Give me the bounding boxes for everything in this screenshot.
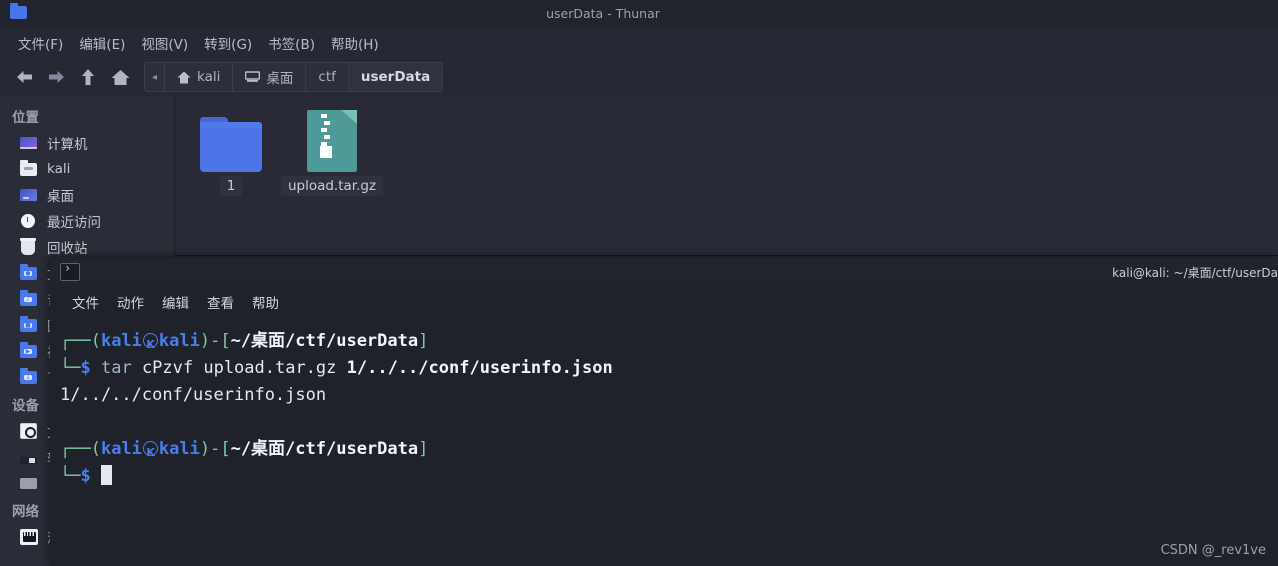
network-icon (20, 529, 38, 545)
thunar-titlebar: userData - Thunar (0, 0, 1278, 28)
prompt-host: kali (158, 439, 200, 459)
thunar-body: 位置 计算机 kali 桌面 最近访问 回收站 ● ♪ ■ ▶ ↓ 设备 网络 … (0, 96, 1278, 566)
menu-bookmarks[interactable]: 书签(B) (260, 30, 323, 56)
terminal-prompt-line: ┌──(kalikali)-[~/桌面/ctf/userData] (60, 328, 1278, 358)
prompt-path: ~/桌面/ctf/userData (230, 331, 419, 351)
term-menu-edit[interactable]: 编辑 (158, 290, 193, 314)
recent-clock-icon (20, 213, 38, 229)
documents-folder-icon: ● (20, 264, 38, 281)
sidebar-item-desktop[interactable]: 桌面 (0, 182, 174, 208)
home-folder-icon (20, 160, 38, 177)
term-menu-help[interactable]: 帮助 (248, 290, 283, 314)
prompt-symbol: $ (80, 466, 91, 486)
sidebar-item-kali[interactable]: kali (0, 156, 174, 182)
command-target: 1/../../conf/userinfo.json (346, 358, 613, 378)
pictures-folder-icon: ■ (20, 316, 38, 333)
menu-edit[interactable]: 编辑(E) (71, 30, 133, 56)
archive-icon (277, 110, 387, 172)
command-name: tar (100, 358, 132, 378)
sidebar-item-label: 最近访问 (47, 215, 101, 231)
command-args: cPzvf upload.tar.gz (131, 358, 347, 378)
downloads-folder-icon: ↓ (20, 368, 38, 385)
sidebar-section-places-heading: 位置 (12, 110, 39, 126)
file-label: upload.tar.gz (280, 176, 384, 196)
window-title: userData - Thunar (546, 6, 660, 21)
trash-icon (20, 238, 38, 255)
filesystem-disk-icon (20, 423, 38, 439)
menu-go[interactable]: 转到(G) (196, 30, 260, 56)
sidebar-item-computer[interactable]: 计算机 (0, 130, 174, 156)
prompt-path: ~/桌面/ctf/userData (230, 439, 419, 459)
terminal-menubar: 文件 动作 编辑 查看 帮助 (50, 286, 1278, 318)
kali-logo-icon (142, 331, 158, 358)
term-menu-file[interactable]: 文件 (68, 290, 103, 314)
videos-folder-icon: ▶ (20, 342, 38, 359)
forward-icon[interactable] (42, 63, 70, 91)
sidebar-item-label: 回收站 (47, 241, 88, 257)
terminal-output-line: 1/../../conf/userinfo.json (60, 385, 327, 405)
pane-divider (176, 255, 1278, 256)
prompt-user: kali (100, 439, 142, 459)
kali-logo-icon (142, 439, 158, 466)
menu-file[interactable]: 文件(F) (10, 30, 71, 56)
sidebar-item-trash[interactable]: 回收站 (0, 234, 174, 260)
terminal-input-line[interactable]: └─$ (60, 463, 1278, 490)
sidebar-item-label: 计算机 (47, 137, 88, 153)
prompt-host: kali (158, 331, 200, 351)
terminal-window: kali@kali: ~/桌面/ctf/userDa 文件 动作 编辑 查看 帮… (50, 258, 1278, 566)
term-menu-view[interactable]: 查看 (203, 290, 238, 314)
file-item-folder-1[interactable]: 1 (176, 110, 286, 196)
terminal-command-line: └─$ tar cPzvf upload.tar.gz 1/../../conf… (60, 358, 613, 378)
file-label: 1 (219, 176, 243, 196)
menubar: 文件(F) 编辑(E) 视图(V) 转到(G) 书签(B) 帮助(H) (0, 28, 1278, 58)
watermark: CSDN @_rev1ve (1160, 543, 1266, 558)
terminal-prompt-line-2: ┌──(kalikali)-[~/桌面/ctf/userData] (60, 436, 1278, 466)
breadcrumb: ◂ kali 桌面 ctf userData (144, 62, 444, 92)
floppy-icon (20, 449, 38, 465)
desktop-icon (245, 71, 261, 83)
breadcrumb-item-userdata[interactable]: userData (348, 63, 443, 91)
terminal-cursor (100, 465, 112, 485)
menu-view[interactable]: 视图(V) (133, 30, 196, 56)
desktop-icon (20, 187, 38, 203)
prompt-user: kali (100, 331, 142, 351)
terminal-titlebar: kali@kali: ~/桌面/ctf/userDa (50, 258, 1278, 286)
file-item-upload-tar-gz[interactable]: upload.tar.gz (277, 110, 387, 196)
sidebar-item-label: kali (47, 161, 71, 177)
folder-icon (176, 110, 286, 172)
file-pane[interactable]: 1 upload.tar.gz (176, 96, 1278, 256)
computer-icon (20, 135, 38, 151)
breadcrumb-item-ctf[interactable]: ctf (306, 63, 349, 91)
breadcrumb-item-kali[interactable]: kali (165, 63, 234, 91)
terminal-screen[interactable]: ┌──(kalikali)-[~/桌面/ctf/userData] └─$ ta… (50, 318, 1278, 566)
prompt-symbol: $ (80, 358, 91, 378)
menu-help[interactable]: 帮助(H) (323, 30, 387, 56)
term-menu-actions[interactable]: 动作 (113, 290, 148, 314)
music-folder-icon: ♪ (20, 290, 38, 307)
breadcrumb-overflow-button[interactable]: ◂ (145, 63, 166, 91)
back-icon[interactable] (10, 63, 38, 91)
toolbar: ◂ kali 桌面 ctf userData (0, 58, 1278, 96)
home-icon (177, 71, 191, 84)
home-icon[interactable] (106, 63, 134, 91)
breadcrumb-label: kali (197, 69, 221, 85)
up-icon[interactable] (74, 63, 102, 91)
sidebar-item-recent[interactable]: 最近访问 (0, 208, 174, 234)
sidebar-item-label: 桌面 (47, 189, 74, 205)
drive-icon (20, 475, 38, 491)
breadcrumb-item-desktop[interactable]: 桌面 (233, 63, 307, 91)
terminal-icon (60, 261, 80, 281)
breadcrumb-label: 桌面 (266, 71, 294, 87)
screen: userData - Thunar 文件(F) 编辑(E) 视图(V) 转到(G… (0, 0, 1278, 566)
terminal-title: kali@kali: ~/桌面/ctf/userDa (1112, 266, 1278, 280)
